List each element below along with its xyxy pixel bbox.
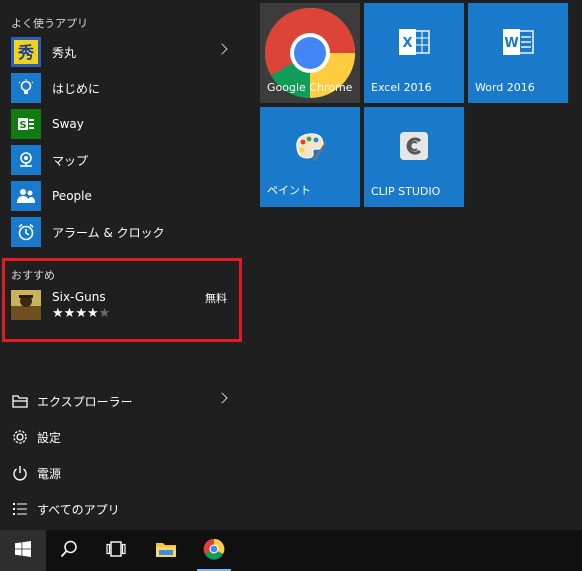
svg-text:X: X — [402, 36, 412, 51]
all-apps-item[interactable]: すべてのアプリ — [0, 491, 242, 527]
tile-clip-studio[interactable]: CLIP STUDIO — [364, 107, 464, 207]
explorer-item[interactable]: エクスプローラー — [0, 383, 242, 419]
power-label: 電源 — [37, 466, 62, 481]
tile-label: Word 2016 — [475, 81, 535, 94]
star-rating: ★★★★★ — [52, 306, 110, 321]
app-item-label: People — [52, 189, 92, 203]
app-item-label: はじめに — [52, 81, 101, 96]
file-explorer-icon — [10, 391, 30, 411]
star-icon-filled: ★ — [63, 306, 76, 321]
taskbar-file-explorer[interactable] — [143, 530, 189, 571]
tile-word[interactable]: W Word 2016 — [468, 3, 568, 103]
app-item-sway[interactable]: S Sway — [0, 106, 242, 142]
price-badge: 無料 — [205, 292, 227, 305]
hidemaru-icon: 秀 — [11, 37, 41, 67]
explorer-label: エクスプローラー — [37, 394, 133, 409]
svg-text:W: W — [504, 36, 518, 51]
tile-label: ペイント — [267, 184, 311, 197]
paint-icon — [260, 107, 360, 185]
taskbar-chrome[interactable] — [191, 530, 237, 571]
power-item[interactable]: 電源 — [0, 455, 242, 491]
clip-studio-icon — [364, 107, 464, 185]
tile-label: Google Chrome — [267, 81, 353, 94]
tile-google-chrome[interactable]: Google Chrome — [260, 3, 360, 103]
search-icon — [60, 540, 78, 561]
recommended-label: おすすめ — [11, 269, 55, 282]
star-icon-empty: ★ — [98, 306, 111, 321]
settings-item[interactable]: 設定 — [0, 419, 242, 455]
all-apps-label: すべてのアプリ — [37, 502, 120, 517]
start-button[interactable] — [0, 530, 46, 571]
app-item-label: マップ — [52, 153, 89, 168]
maps-icon — [11, 145, 41, 175]
star-icon-filled: ★ — [52, 306, 64, 321]
people-icon — [11, 181, 41, 211]
alarm-clock-icon — [11, 217, 41, 247]
excel-icon: X — [364, 3, 464, 81]
recommended-app[interactable]: Six-Guns 無料 ★★★★★ — [11, 290, 233, 324]
tile-label: Excel 2016 — [371, 81, 432, 94]
chevron-right-icon[interactable] — [216, 392, 228, 404]
task-view-icon — [106, 541, 126, 560]
app-item-label: アラーム & クロック — [52, 225, 165, 240]
star-icon-filled: ★ — [86, 306, 99, 321]
settings-label: 設定 — [37, 430, 62, 445]
lightbulb-icon — [11, 73, 41, 103]
power-icon — [10, 463, 30, 483]
most-used-label: よく使うアプリ — [11, 17, 88, 30]
star-icon-filled: ★ — [75, 306, 87, 321]
search-button[interactable] — [46, 530, 92, 571]
app-item-people[interactable]: People — [0, 178, 242, 214]
folder-icon — [155, 540, 177, 561]
app-item-maps[interactable]: マップ — [0, 142, 242, 178]
start-menu: よく使うアプリ 秀 秀丸 はじめに S Sway マップ People アラーム… — [0, 0, 582, 530]
gear-icon — [10, 427, 30, 447]
tile-label: CLIP STUDIO — [371, 185, 441, 198]
chevron-right-icon[interactable] — [216, 43, 228, 55]
taskbar — [0, 530, 582, 571]
task-view-button[interactable] — [93, 530, 139, 571]
app-item-hidemaru[interactable]: 秀 秀丸 — [0, 34, 242, 70]
app-item-get-started[interactable]: はじめに — [0, 70, 242, 106]
svg-text:S: S — [19, 120, 26, 131]
tile-excel[interactable]: X Excel 2016 — [364, 3, 464, 103]
windows-logo-icon — [15, 541, 31, 560]
svg-text:秀: 秀 — [17, 43, 34, 62]
recommended-app-name: Six-Guns — [52, 290, 106, 304]
list-icon — [10, 499, 30, 519]
app-item-alarms-clock[interactable]: アラーム & クロック — [0, 214, 242, 250]
six-guns-icon — [11, 290, 41, 320]
app-item-label: Sway — [52, 117, 84, 131]
sway-icon: S — [11, 109, 41, 139]
app-item-label: 秀丸 — [52, 45, 77, 60]
chrome-icon — [203, 538, 225, 563]
word-icon: W — [468, 3, 568, 81]
tile-paint[interactable]: ペイント — [260, 107, 360, 207]
